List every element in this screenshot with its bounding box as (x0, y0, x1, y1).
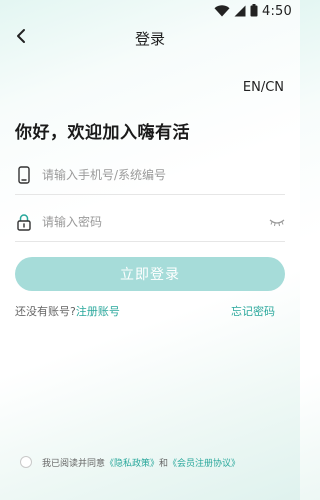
agreement-checkbox[interactable] (20, 456, 32, 468)
phone-field-row (15, 157, 285, 195)
account-links: 还没有账号?注册账号 忘记密码 (15, 303, 285, 319)
phone-icon (15, 165, 33, 185)
eye-closed-icon[interactable] (269, 216, 285, 228)
privacy-policy-link[interactable]: 《隐私政策》 (105, 456, 159, 469)
forgot-password-link[interactable]: 忘记密码 (231, 303, 275, 319)
no-account-prompt: 还没有账号?注册账号 (15, 303, 120, 319)
no-account-text: 还没有账号? (15, 305, 76, 318)
battery-icon (250, 2, 258, 21)
member-agreement-link[interactable]: 《会员注册协议》 (168, 456, 240, 469)
cellular-signal-icon (234, 2, 246, 21)
wifi-icon (214, 2, 230, 21)
agreement-conjunction: 和 (159, 458, 169, 469)
status-bar: 4:50 (0, 0, 300, 22)
register-link[interactable]: 注册账号 (76, 305, 120, 318)
login-button[interactable]: 立即登录 (15, 257, 285, 291)
status-icons: 4:50 (214, 3, 292, 19)
lock-icon (15, 212, 33, 232)
phone-input[interactable] (42, 164, 262, 186)
welcome-heading: 你好，欢迎加入嗨有活 (15, 123, 190, 143)
status-time: 4:50 (262, 3, 292, 19)
language-toggle[interactable]: EN/CN (243, 80, 284, 95)
password-field-row (15, 204, 285, 242)
password-input[interactable] (42, 211, 262, 233)
page-title: 登录 (134, 30, 165, 48)
nav-bar: 登录 (0, 24, 300, 52)
agreement-prefix: 我已阅读并同意 (42, 458, 106, 469)
agreement-row: 我已阅读并同意 《隐私政策》 和 《会员注册协议》 (20, 455, 290, 469)
